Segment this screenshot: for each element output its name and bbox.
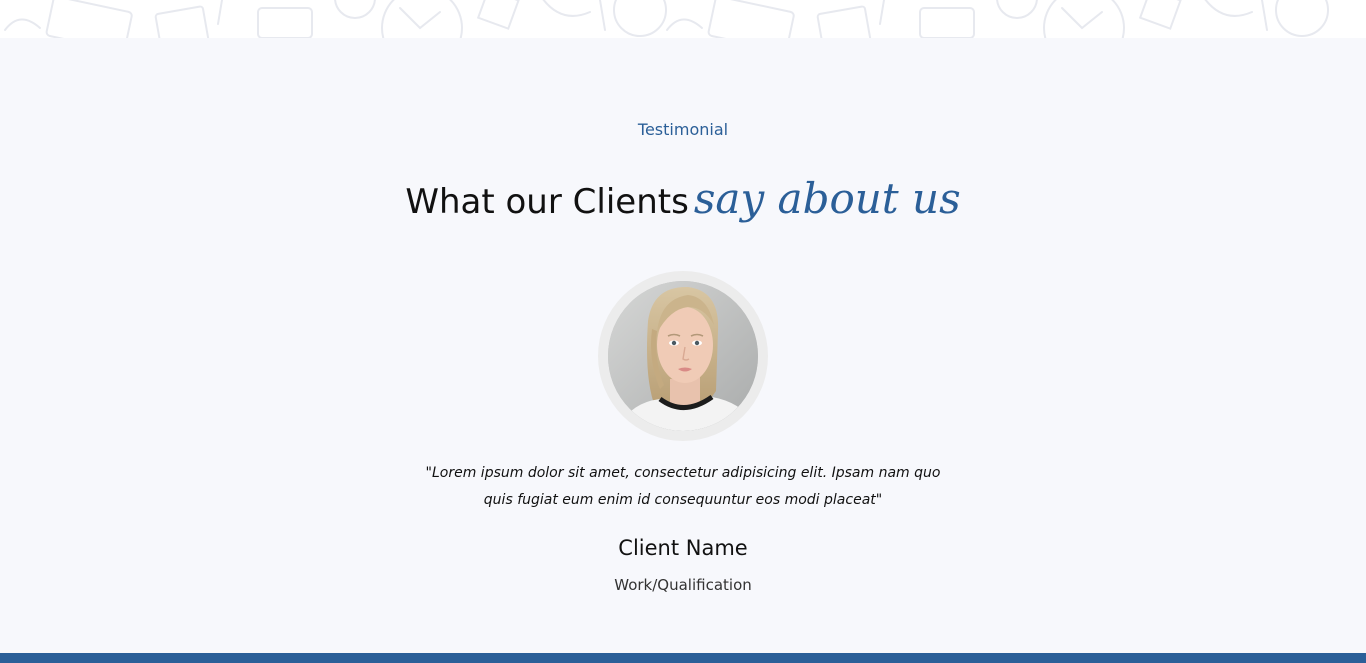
doodle-group-1: [4, 0, 667, 38]
section-eyebrow: Testimonial: [637, 120, 729, 139]
client-avatar-ring: [598, 271, 768, 441]
testimonial-section: Testimonial What our Clients say about u…: [0, 38, 1366, 653]
decorative-pattern-strip: [0, 0, 1366, 38]
client-name: Client Name: [618, 536, 748, 560]
heading-accent-text: say about us: [693, 174, 961, 223]
client-photo-icon: [608, 281, 758, 431]
quote-line-1: "Lorem ipsum dolor sit amet, consectetur…: [425, 465, 941, 481]
doodle-group-2: [666, 0, 1329, 38]
footer-bar: [0, 653, 1366, 663]
client-avatar: [608, 281, 758, 431]
client-role: Work/Qualification: [614, 576, 752, 594]
doodle-pattern-icon: [4, 0, 1329, 38]
quote-line-2: quis fugiat eum enim id consequuntur eos…: [483, 492, 883, 508]
section-heading: What our Clients say about us: [0, 174, 1366, 223]
heading-plain-text: What our Clients: [405, 182, 689, 222]
testimonial-quote: "Lorem ipsum dolor sit amet, consectetur…: [383, 460, 983, 514]
